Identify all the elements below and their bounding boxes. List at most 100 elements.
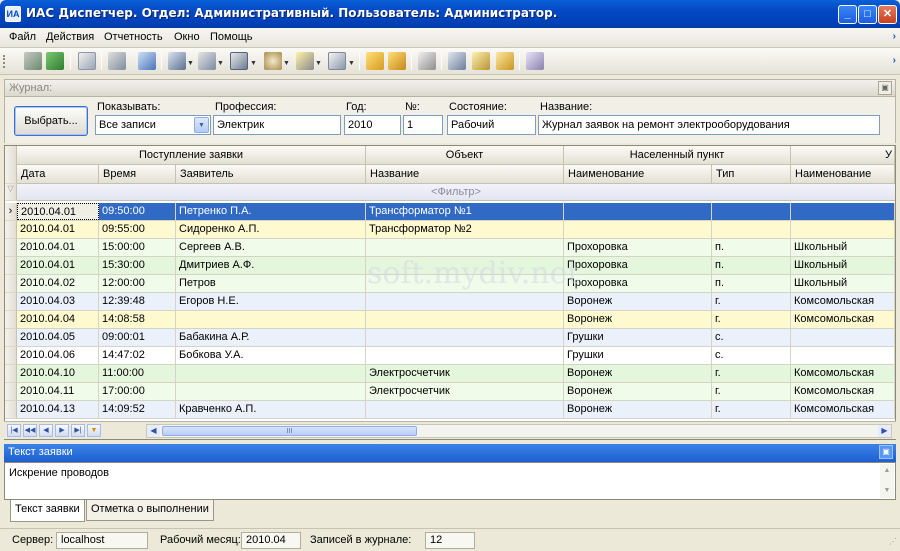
select-journal-button[interactable]: Выбрать... — [14, 106, 88, 136]
cell-applicant[interactable]: Петров — [176, 275, 366, 292]
cell-object-name[interactable] — [366, 275, 564, 292]
cell-time[interactable]: 17:00:00 — [99, 383, 176, 400]
cell-street-name[interactable]: Комсомольская — [791, 401, 895, 418]
resize-grip-icon[interactable]: ⋰ — [889, 537, 897, 546]
horizontal-scrollbar[interactable]: ◀ III ▶ — [146, 424, 892, 438]
menu-window[interactable]: Окно — [174, 31, 200, 43]
table-row[interactable]: 2010.04.01 09:55:00 Сидоренко А.П. Трансфор… — [17, 221, 895, 239]
cell-date[interactable]: 2010.04.10 — [17, 365, 99, 382]
row-indicator[interactable] — [5, 401, 17, 419]
tab-request-text[interactable]: Текст заявки — [10, 500, 85, 522]
title-bar[interactable]: ИА ИАС Диспетчер. Отдел: Административны… — [0, 0, 900, 28]
minimize-button[interactable]: _ — [838, 5, 857, 24]
cell-applicant[interactable]: Дмитриев А.Ф. — [176, 257, 366, 274]
cell-time[interactable]: 14:09:52 — [99, 401, 176, 418]
table-row[interactable]: 2010.04.13 14:09:52 Кравченко А.П. Воронеж г… — [17, 401, 895, 419]
document-icon[interactable] — [78, 52, 96, 70]
profession-field[interactable]: Электрик — [213, 115, 341, 135]
export-icon[interactable] — [138, 52, 156, 70]
row-indicator[interactable] — [5, 311, 17, 329]
cell-locality-type[interactable]: п. — [712, 275, 791, 292]
cell-object-name[interactable] — [366, 329, 564, 346]
cell-time[interactable]: 15:00:00 — [99, 239, 176, 256]
cell-time[interactable]: 11:00:00 — [99, 365, 176, 382]
cell-street-name[interactable] — [791, 347, 895, 364]
cell-locality-type[interactable] — [712, 203, 791, 220]
cell-locality-name[interactable]: Воронеж — [564, 293, 712, 310]
cell-locality-name[interactable]: Прохоровка — [564, 257, 712, 274]
copy-record-icon[interactable] — [366, 52, 384, 70]
cell-street-name[interactable] — [791, 203, 895, 220]
column-header-object-name[interactable]: Название — [366, 165, 564, 184]
chevron-down-icon[interactable]: ▼ — [194, 117, 209, 133]
maximize-button[interactable]: □ — [858, 5, 877, 24]
show-select[interactable]: Все записи ▼ — [95, 115, 211, 135]
pin-icon[interactable]: ▣ — [878, 81, 892, 95]
cell-locality-name[interactable]: Грушки — [564, 329, 712, 346]
cell-applicant[interactable]: Бабакина А.Р. — [176, 329, 366, 346]
cell-street-name[interactable]: Комсомольская — [791, 293, 895, 310]
cell-object-name[interactable]: Электросчетчик — [366, 383, 564, 400]
cell-date[interactable]: 2010.04.03 — [17, 293, 99, 310]
prev-record-icon[interactable]: ◀ — [39, 424, 53, 437]
first-record-icon[interactable]: |◀ — [7, 424, 21, 437]
cell-date[interactable]: 2010.04.01 — [17, 257, 99, 274]
cell-applicant[interactable]: Петренко П.А. — [176, 203, 366, 220]
pin-icon[interactable]: ▣ — [879, 445, 893, 459]
cell-locality-name[interactable]: Воронеж — [564, 365, 712, 382]
cell-date[interactable]: 2010.04.05 — [17, 329, 99, 346]
note-text-area[interactable]: Искрение проводов ▲ ▼ — [4, 462, 896, 500]
eraser-icon[interactable] — [526, 52, 544, 70]
filter-row[interactable]: <Фильтр> — [17, 184, 895, 201]
cell-locality-type[interactable]: г. — [712, 365, 791, 382]
cell-locality-name[interactable]: Воронеж — [564, 311, 712, 328]
cell-time[interactable]: 09:50:00 — [99, 203, 176, 220]
cell-object-name[interactable] — [366, 257, 564, 274]
toolbar-overflow-chevron-icon[interactable]: › — [893, 55, 896, 66]
cell-time[interactable]: 15:30:00 — [99, 257, 176, 274]
cell-time[interactable]: 12:00:00 — [99, 275, 176, 292]
window-icon[interactable] — [230, 52, 248, 70]
cell-street-name[interactable]: Комсомольская — [791, 311, 895, 328]
cell-locality-type[interactable]: г. — [712, 293, 791, 310]
row-indicator[interactable] — [5, 257, 17, 275]
cell-locality-name[interactable] — [564, 203, 712, 220]
cell-date[interactable]: 2010.04.06 — [17, 347, 99, 364]
cell-date[interactable]: 2010.04.01 — [17, 203, 99, 220]
cell-locality-type[interactable]: п. — [712, 257, 791, 274]
cell-applicant[interactable] — [176, 365, 366, 382]
cell-street-name[interactable]: Комсомольская — [791, 383, 895, 400]
cell-locality-type[interactable]: с. — [712, 329, 791, 346]
view-dropdown-icon[interactable]: ▼ — [348, 60, 355, 67]
cell-date[interactable]: 2010.04.13 — [17, 401, 99, 418]
table-row[interactable]: 2010.04.04 14:08:58 Воронеж г. Комсомольская — [17, 311, 895, 329]
menu-reports[interactable]: Отчетность — [104, 31, 163, 43]
menu-actions[interactable]: Действия — [46, 31, 94, 43]
group-header-street[interactable]: У — [791, 146, 895, 165]
column-header-date[interactable]: Дата — [17, 165, 99, 184]
settings-dropdown-icon[interactable]: ▼ — [283, 60, 290, 67]
table-row[interactable]: 2010.04.01 15:30:00 Дмитриев А.Ф. Прохоровк… — [17, 257, 895, 275]
cell-locality-name[interactable]: Прохоровка — [564, 275, 712, 292]
column-header-street-name[interactable]: Наименование — [791, 165, 895, 184]
cell-time[interactable]: 14:08:58 — [99, 311, 176, 328]
menu-help[interactable]: Помощь — [210, 31, 253, 43]
disconnect-icon[interactable] — [24, 52, 42, 70]
edit-icon[interactable] — [448, 52, 466, 70]
table-row[interactable]: 2010.04.11 17:00:00 Электросчетчик Воронеж г… — [17, 383, 895, 401]
cell-street-name[interactable]: Школьный — [791, 275, 895, 292]
column-header-locality-type[interactable]: Тип — [712, 165, 791, 184]
row-indicator[interactable] — [5, 221, 17, 239]
table-row[interactable]: 2010.04.01 09:50:00 Петренко П.А. Трансформ… — [17, 203, 895, 221]
cell-date[interactable]: 2010.04.01 — [17, 239, 99, 256]
cell-object-name[interactable] — [366, 347, 564, 364]
group-header-object[interactable]: Объект — [366, 146, 564, 165]
row-indicator[interactable] — [5, 275, 17, 293]
cell-object-name[interactable] — [366, 239, 564, 256]
cell-street-name[interactable] — [791, 329, 895, 346]
column-header-applicant[interactable]: Заявитель — [176, 165, 366, 184]
window-dropdown-icon[interactable]: ▼ — [250, 60, 257, 67]
group-header-locality[interactable]: Населенный пункт — [564, 146, 791, 165]
cell-date[interactable]: 2010.04.01 — [17, 221, 99, 238]
cell-time[interactable]: 09:00:01 — [99, 329, 176, 346]
